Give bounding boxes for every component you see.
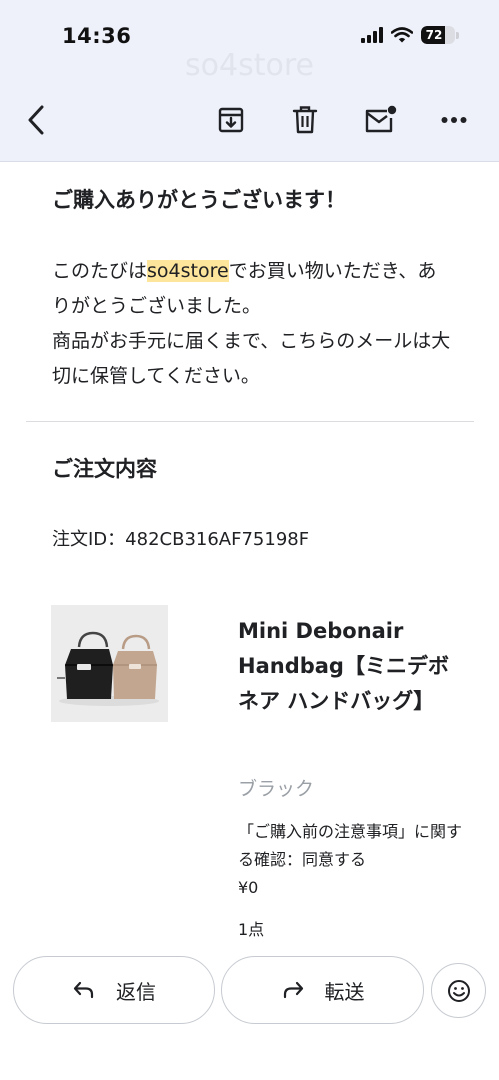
emoji-reaction-button[interactable] bbox=[431, 963, 486, 1018]
back-button[interactable] bbox=[14, 96, 58, 144]
product-options: 「ご購入前の注意事項」に関する確認：同意する ¥0 bbox=[238, 818, 468, 902]
message-keep-note: 商品がお手元に届くまで、こちらのメールは大切に保管してください。 bbox=[52, 330, 451, 387]
store-name-highlight: so4store bbox=[147, 260, 229, 282]
battery-indicator: 72 bbox=[421, 26, 459, 44]
more-button[interactable] bbox=[432, 96, 476, 144]
product-quantity: 1点 bbox=[238, 920, 265, 939]
status-icons: 72 bbox=[361, 26, 459, 44]
reply-arrow-icon bbox=[73, 981, 94, 999]
section-divider bbox=[26, 421, 474, 422]
more-horizontal-icon bbox=[441, 117, 467, 123]
email-toolbar bbox=[0, 96, 499, 144]
mail-unread-icon bbox=[365, 105, 397, 133]
product-option-text: 「ご購入前の注意事項」に関する確認：同意する bbox=[238, 822, 463, 869]
thanks-message: このたびはso4storeでお買い物いただき、ありがとうございました。 商品がお… bbox=[52, 254, 452, 394]
wifi-icon bbox=[391, 27, 413, 43]
message-text-start: このたびは bbox=[52, 260, 148, 282]
order-id: 注文ID：482CB316AF75198F bbox=[52, 529, 310, 550]
forward-arrow-icon bbox=[283, 981, 303, 999]
smiley-icon bbox=[447, 979, 470, 1002]
reply-button[interactable]: 返信 bbox=[13, 956, 215, 1024]
app-header: 14:36 72 so4store bbox=[0, 0, 499, 162]
mark-unread-button[interactable] bbox=[358, 96, 402, 144]
archive-icon bbox=[218, 107, 244, 133]
product-name[interactable]: Mini Debonair Handbag【ミニデボネア ハンドバッグ】 bbox=[238, 614, 458, 719]
header-title: so4store bbox=[185, 48, 314, 83]
bottom-action-bar: 返信 転送 bbox=[0, 940, 499, 1080]
order-heading: ご注文内容 bbox=[52, 457, 157, 481]
battery-percent: 72 bbox=[425, 28, 443, 42]
thanks-heading: ご購入ありがとうございます！ bbox=[52, 188, 346, 212]
chevron-left-icon bbox=[28, 105, 44, 135]
product-price: ¥0 bbox=[238, 878, 259, 897]
delete-button[interactable] bbox=[283, 96, 327, 144]
product-image[interactable] bbox=[51, 605, 168, 722]
product-variant: ブラック bbox=[238, 778, 315, 800]
forward-label: 転送 bbox=[324, 979, 365, 1004]
handbag-photo bbox=[51, 605, 168, 722]
cellular-signal-icon bbox=[361, 27, 383, 43]
status-time: 14:36 bbox=[62, 24, 132, 48]
trash-icon bbox=[292, 106, 318, 134]
reply-label: 返信 bbox=[116, 979, 156, 1004]
forward-button[interactable]: 転送 bbox=[221, 956, 424, 1024]
archive-button[interactable] bbox=[209, 96, 253, 144]
